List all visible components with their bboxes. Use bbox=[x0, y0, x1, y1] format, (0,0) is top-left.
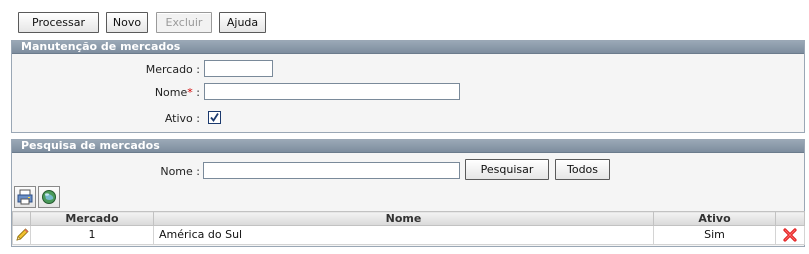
pesquisar-button[interactable]: Pesquisar bbox=[465, 159, 549, 180]
novo-button[interactable]: Novo bbox=[106, 12, 148, 33]
nome-cell: América do Sul bbox=[153, 225, 654, 245]
delete-cell[interactable] bbox=[775, 225, 805, 245]
nome-label-colon: : bbox=[196, 86, 200, 99]
print-button[interactable] bbox=[14, 186, 36, 208]
red-x-delete-icon[interactable] bbox=[782, 227, 798, 243]
mercado-label: Mercado : bbox=[145, 63, 200, 76]
edit-cell[interactable] bbox=[12, 225, 31, 245]
column-header-nome[interactable]: Nome bbox=[153, 211, 654, 226]
column-header-ativo[interactable]: Ativo bbox=[653, 211, 776, 226]
column-header-delete bbox=[775, 211, 805, 226]
excluir-button[interactable]: Excluir bbox=[156, 12, 212, 33]
print-icon bbox=[17, 189, 33, 205]
column-header-mercado[interactable]: Mercado bbox=[30, 211, 154, 226]
required-asterisk: * bbox=[187, 86, 193, 99]
mercado-input[interactable] bbox=[204, 60, 273, 77]
todos-button[interactable]: Todos bbox=[555, 159, 610, 180]
ativo-label: Ativo : bbox=[164, 112, 200, 125]
mercado-cell: 1 bbox=[30, 225, 154, 245]
ativo-cell: Sim bbox=[653, 225, 776, 245]
column-header-edit bbox=[12, 211, 31, 226]
pesquisa-nome-input[interactable] bbox=[203, 162, 460, 179]
checkmark-icon bbox=[210, 113, 219, 123]
globe-button[interactable] bbox=[38, 186, 60, 208]
table-header-row: Mercado Nome Ativo bbox=[12, 211, 805, 226]
pesquisa-panel-title: Pesquisa de mercados bbox=[12, 140, 804, 153]
processar-button[interactable]: Processar bbox=[18, 12, 99, 33]
pencil-icon[interactable] bbox=[14, 227, 30, 243]
ajuda-button[interactable]: Ajuda bbox=[219, 12, 266, 33]
ativo-checkbox[interactable] bbox=[208, 111, 221, 124]
pesquisa-nome-label: Nome : bbox=[160, 165, 200, 178]
nome-input[interactable] bbox=[204, 83, 460, 100]
globe-icon bbox=[42, 190, 56, 204]
manutencao-panel-title: Manutenção de mercados bbox=[12, 41, 804, 54]
nome-label: Nome* : bbox=[100, 86, 200, 99]
results-table: Mercado Nome Ativo 1 América do Sul Sim bbox=[12, 211, 805, 245]
table-row[interactable]: 1 América do Sul Sim bbox=[12, 225, 805, 245]
nome-label-text: Nome bbox=[154, 86, 188, 99]
